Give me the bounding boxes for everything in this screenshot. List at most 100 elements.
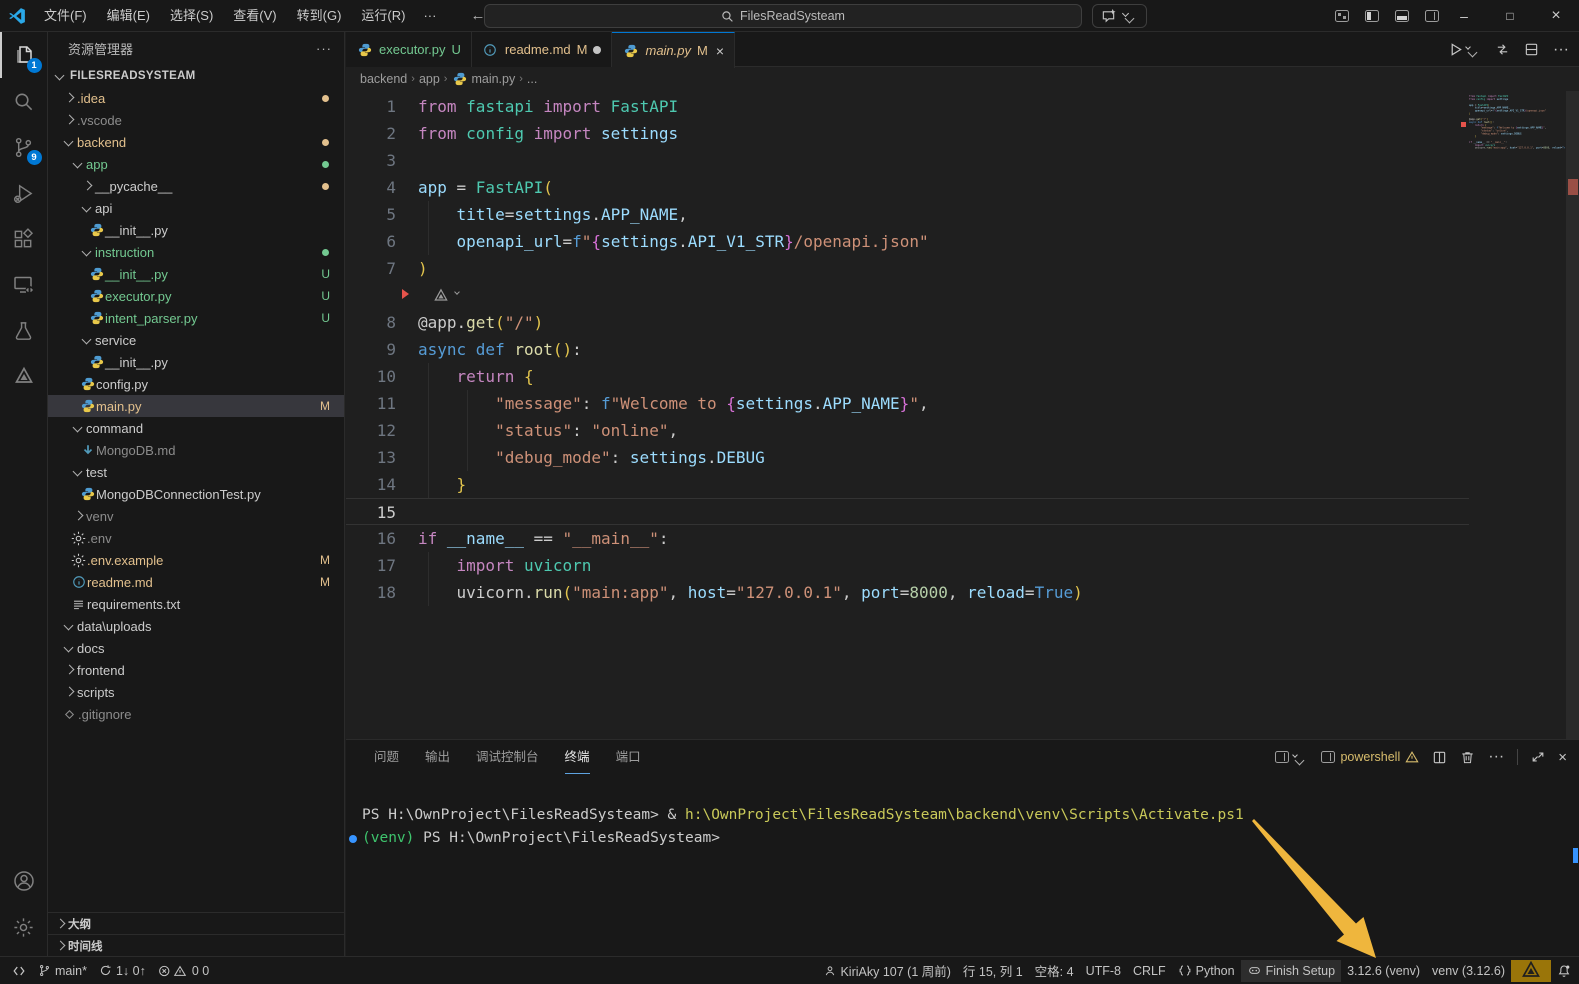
tree-item-command[interactable]: command	[48, 417, 344, 439]
explorer-root-folder[interactable]: FILESREADSYSTEAM	[48, 64, 344, 87]
editor-scrollbar[interactable]	[1566, 91, 1579, 739]
timeline-section[interactable]: 时间线	[48, 934, 344, 956]
maximize-button[interactable]: □	[1487, 0, 1533, 32]
tree-item-__init__.py[interactable]: __init__.py	[48, 219, 344, 241]
tree-item-MongoDBConnectionTest.py[interactable]: MongoDBConnectionTest.py	[48, 483, 344, 505]
tree-item-__init__.py[interactable]: __init__.py	[48, 351, 344, 373]
tree-item-test[interactable]: test	[48, 461, 344, 483]
panel-tab-输出[interactable]: 输出	[425, 740, 450, 774]
tree-item-MongoDB.md[interactable]: MongoDB.md	[48, 439, 344, 461]
customize-layout-icon[interactable]	[1335, 10, 1349, 22]
tree-item-service[interactable]: service	[48, 329, 344, 351]
tree-item-venv[interactable]: venv	[48, 505, 344, 527]
terminal-tab-powershell[interactable]: powershell	[1321, 750, 1419, 764]
tree-item-intent_parser.py[interactable]: intent_parser.pyU	[48, 307, 344, 329]
command-decoration-dot[interactable]	[349, 835, 357, 843]
panel-tab-终端[interactable]: 终端	[565, 740, 590, 774]
status-git-branch[interactable]: main*	[32, 960, 93, 982]
panel-more-actions-icon[interactable]: ···	[1488, 748, 1504, 766]
status-sync-changes[interactable]: 1↓ 0↑	[93, 960, 152, 982]
tree-item-__pycache__[interactable]: __pycache__	[48, 175, 344, 197]
copilot-chat-button[interactable]	[1092, 4, 1147, 28]
split-terminal-icon[interactable]	[1432, 750, 1447, 765]
tree-item-config.py[interactable]: config.py	[48, 373, 344, 395]
status-cursor-position[interactable]: 行 15, 列 1	[957, 960, 1029, 982]
activity-account[interactable]	[0, 858, 48, 904]
activity-run-debug[interactable]	[0, 170, 48, 216]
status-encoding[interactable]: UTF-8	[1080, 960, 1127, 982]
status-eol[interactable]: CRLF	[1127, 960, 1172, 982]
tree-item-main.py[interactable]: main.pyM	[48, 395, 344, 417]
toggle-primary-sidebar-icon[interactable]	[1365, 10, 1379, 22]
maximize-panel-icon[interactable]	[1531, 750, 1545, 764]
activity-extensions[interactable]	[0, 216, 48, 262]
tab-main-py[interactable]: main.pyM×	[612, 32, 735, 68]
menu-item-5[interactable]: 运行(R)	[351, 0, 415, 32]
minimap[interactable]: from fastapi import FastAPIfrom config i…	[1469, 95, 1565, 215]
tree-item-executor.py[interactable]: executor.pyU	[48, 285, 344, 307]
open-changes-icon[interactable]	[1495, 42, 1510, 57]
panel-tab-调试控制台[interactable]: 调试控制台	[476, 740, 539, 774]
tree-item-scripts[interactable]: scripts	[48, 681, 344, 703]
run-python-file-button[interactable]	[1448, 42, 1481, 57]
activity-remote-explorer[interactable]	[0, 262, 48, 308]
status-python-interpreter[interactable]: 3.12.6 (venv)	[1341, 960, 1426, 982]
tree-item-.vscode[interactable]: .vscode	[48, 109, 344, 131]
status-git-blame[interactable]: KiriAky 107 (1 周前)	[818, 960, 956, 982]
terminal[interactable]: PS H:\OwnProject\FilesReadSysteam> & h:\…	[346, 774, 1579, 956]
status-roo-status[interactable]	[1511, 960, 1551, 982]
panel-tab-端口[interactable]: 端口	[616, 740, 641, 774]
outline-section[interactable]: 大纲	[48, 912, 344, 934]
explorer-more-actions-icon[interactable]: ···	[316, 41, 332, 56]
tree-item-api[interactable]: api	[48, 197, 344, 219]
tree-item-.gitignore[interactable]: .gitignore	[48, 703, 344, 725]
inline-suggest-widget[interactable]	[432, 285, 462, 303]
menu-item-4[interactable]: 转到(G)	[287, 0, 352, 32]
editor-more-actions-icon[interactable]: ···	[1553, 41, 1569, 59]
activity-settings[interactable]	[0, 904, 48, 950]
toggle-panel-icon[interactable]	[1395, 10, 1409, 22]
menu-item-0[interactable]: 文件(F)	[34, 0, 97, 32]
status-problems[interactable]: 0 0	[152, 960, 215, 982]
tree-item-app[interactable]: app	[48, 153, 344, 175]
command-center-search[interactable]: FilesReadSysteam	[484, 4, 1082, 28]
code-editor[interactable]: 1from fastapi import FastAPI2from config…	[346, 91, 1579, 739]
close-panel-icon[interactable]: ×	[1558, 749, 1567, 766]
breadcrumb-item-3[interactable]: ...	[527, 72, 537, 86]
status-notifications-bell[interactable]	[1551, 960, 1577, 982]
breadcrumb-item-1[interactable]: app	[419, 72, 440, 86]
tree-item-frontend[interactable]: frontend	[48, 659, 344, 681]
status-finish-setup[interactable]: Finish Setup	[1241, 960, 1341, 982]
activity-source-control[interactable]: 9	[0, 124, 48, 170]
tree-item-.env[interactable]: .env	[48, 527, 344, 549]
tree-item-backend[interactable]: backend	[48, 131, 344, 153]
menu-item-6[interactable]: ···	[415, 0, 444, 32]
close-tab-icon[interactable]: ×	[716, 43, 724, 59]
tree-item-__init__.py[interactable]: __init__.pyU	[48, 263, 344, 285]
minimize-button[interactable]: –	[1441, 0, 1487, 32]
status-venv-env[interactable]: venv (3.12.6)	[1426, 960, 1511, 982]
toggle-secondary-sidebar-icon[interactable]	[1425, 10, 1439, 22]
tree-item-instruction[interactable]: instruction	[48, 241, 344, 263]
split-editor-icon[interactable]	[1524, 42, 1539, 57]
activity-search[interactable]	[0, 78, 48, 124]
activity-testing[interactable]	[0, 308, 48, 354]
tree-item-docs[interactable]: docs	[48, 637, 344, 659]
tree-item-.env.example[interactable]: .env.exampleM	[48, 549, 344, 571]
tree-item-requirements.txt[interactable]: requirements.txt	[48, 593, 344, 615]
menu-item-1[interactable]: 编辑(E)	[97, 0, 160, 32]
tab-readme-md[interactable]: readme.mdM	[472, 32, 613, 67]
tree-item-.idea[interactable]: .idea	[48, 87, 344, 109]
activity-explorer[interactable]: 1	[0, 32, 48, 78]
status-remote-indicator[interactable]	[6, 960, 32, 982]
activity-roo-extension[interactable]	[0, 354, 48, 400]
trash-icon[interactable]	[1460, 750, 1475, 765]
terminal-launch-profile-button[interactable]	[1275, 751, 1308, 763]
breadcrumb-item-2[interactable]: main.py	[451, 71, 515, 87]
menu-item-2[interactable]: 选择(S)	[160, 0, 223, 32]
panel-tab-问题[interactable]: 问题	[374, 740, 399, 774]
menu-item-3[interactable]: 查看(V)	[223, 0, 286, 32]
breadcrumb-item-0[interactable]: backend	[360, 72, 407, 86]
tab-executor-py[interactable]: executor.pyU	[346, 32, 472, 67]
tree-item-data-uploads[interactable]: data\uploads	[48, 615, 344, 637]
